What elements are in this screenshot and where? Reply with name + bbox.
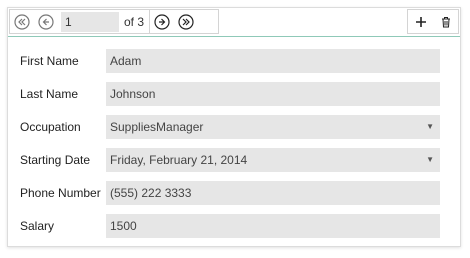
chevron-down-icon: ▼ [426, 154, 434, 164]
first-name-label: First Name [20, 53, 79, 68]
data-form: 1 of 3 First Name Adam Last Name Johnson… [7, 7, 461, 247]
previous-page-icon [38, 13, 54, 30]
occupation-label: Occupation [20, 119, 81, 134]
data-form-toolbar: 1 of 3 [8, 8, 460, 37]
add-button[interactable] [411, 12, 431, 32]
trash-icon [441, 16, 450, 27]
pager-divider [149, 9, 151, 34]
form-row-salary: Salary 1500 [20, 213, 448, 238]
form-row-last-name: Last Name Johnson [20, 81, 448, 106]
form-row-occupation: Occupation SuppliesManager ▼ [20, 114, 448, 139]
starting-date-picker[interactable]: Friday, February 21, 2014 ▼ [106, 147, 440, 172]
previous-page-button[interactable] [36, 12, 56, 32]
occupation-value: SuppliesManager [110, 119, 204, 134]
occupation-dropdown[interactable]: SuppliesManager ▼ [106, 114, 440, 139]
form-row-starting-date: Starting Date Friday, February 21, 2014 … [20, 147, 448, 172]
pager: 1 of 3 [9, 9, 219, 34]
current-page-input[interactable]: 1 [61, 11, 119, 32]
last-name-field[interactable]: Johnson [106, 81, 440, 106]
starting-date-value: Friday, February 21, 2014 [110, 152, 248, 167]
edit-toolbar [407, 9, 459, 34]
last-page-button[interactable] [176, 12, 196, 32]
next-page-button[interactable] [152, 12, 172, 32]
form-row-first-name: First Name Adam [20, 48, 448, 73]
first-page-button[interactable] [12, 12, 32, 32]
starting-date-label: Starting Date [20, 152, 91, 167]
phone-number-label: Phone Number [20, 185, 101, 200]
first-page-icon [14, 13, 30, 30]
next-page-icon [154, 13, 170, 30]
form-row-phone-number: Phone Number (555) 222 3333 [20, 180, 448, 205]
plus-icon [415, 16, 426, 27]
chevron-down-icon: ▼ [426, 121, 434, 131]
salary-field[interactable]: 1500 [106, 213, 440, 238]
salary-label: Salary [20, 218, 55, 233]
last-name-label: Last Name [20, 86, 79, 101]
delete-button[interactable] [436, 12, 456, 32]
last-page-icon [178, 13, 194, 30]
page-count-label: of 3 [124, 14, 145, 29]
first-name-field[interactable]: Adam [106, 48, 440, 73]
phone-number-field[interactable]: (555) 222 3333 [106, 180, 440, 205]
